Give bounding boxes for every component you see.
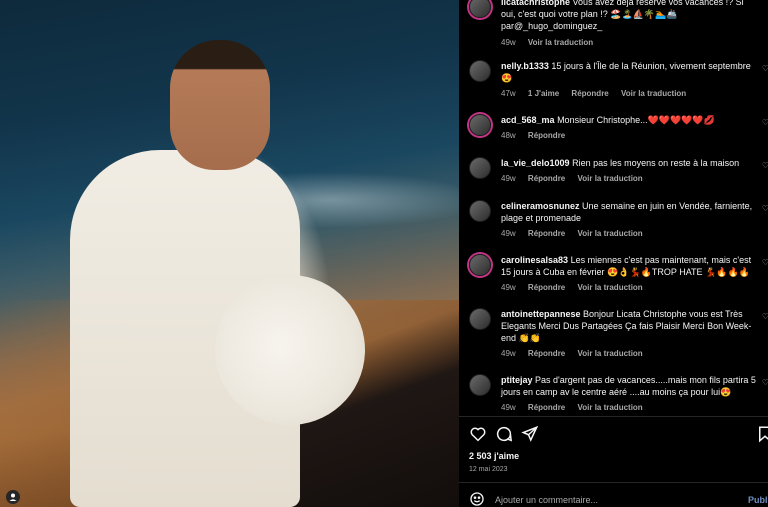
translate-link[interactable]: Voir la traduction bbox=[578, 174, 643, 183]
comment-time[interactable]: 49w bbox=[501, 403, 516, 412]
comment-text: Rien pas les moyens on reste à la maison bbox=[572, 158, 740, 168]
comment-user[interactable]: la_vie_delo1009 bbox=[501, 158, 570, 168]
comment-time[interactable]: 49w bbox=[501, 283, 516, 292]
reply-link[interactable]: Répondre bbox=[528, 403, 565, 412]
comment-heart-icon[interactable]: ♡ bbox=[762, 118, 768, 127]
user-tag-icon[interactable] bbox=[6, 490, 20, 504]
comment-heart-icon[interactable]: ♡ bbox=[762, 64, 768, 73]
avatar[interactable] bbox=[469, 200, 491, 222]
likes-count[interactable]: 2 503 j'aime bbox=[469, 451, 519, 461]
share-icon[interactable] bbox=[521, 425, 539, 443]
divider bbox=[459, 482, 768, 483]
comment-time[interactable]: 47w bbox=[501, 89, 516, 98]
reply-link[interactable]: Répondre bbox=[528, 229, 565, 238]
avatar[interactable] bbox=[469, 60, 491, 82]
avatar[interactable] bbox=[469, 114, 491, 136]
reply-link[interactable]: Répondre bbox=[571, 89, 608, 98]
avatar[interactable] bbox=[469, 0, 491, 18]
post-button[interactable]: Publier bbox=[748, 495, 768, 505]
comment-user[interactable]: carolinesalsa83 bbox=[501, 255, 568, 265]
comment-time[interactable]: 48w bbox=[501, 131, 516, 140]
post-date: 12 mai 2023 bbox=[469, 466, 508, 473]
translate-link[interactable]: Voir la traduction bbox=[621, 89, 686, 98]
post-photo[interactable] bbox=[0, 0, 459, 507]
likes-count[interactable]: 1 J'aime bbox=[528, 89, 559, 98]
heart-icon[interactable] bbox=[469, 425, 487, 443]
reply-link[interactable]: Répondre bbox=[528, 131, 565, 140]
reply-link[interactable]: Répondre bbox=[528, 283, 565, 292]
comment-heart-icon[interactable]: ♡ bbox=[762, 312, 768, 321]
translate-link[interactable]: Voir la traduction bbox=[578, 283, 643, 292]
action-bar bbox=[469, 425, 768, 443]
comment-icon[interactable] bbox=[495, 425, 513, 443]
avatar[interactable] bbox=[469, 157, 491, 179]
comment-text: Pas d'argent pas de vacances.....mais mo… bbox=[501, 375, 756, 397]
translate-link[interactable]: Voir la traduction bbox=[578, 229, 643, 238]
translate-link[interactable]: Voir la traduction bbox=[578, 403, 643, 412]
comment-user[interactable]: nelly.b1333 bbox=[501, 61, 549, 71]
comments-panel: licatachristophe Vous avez déjà réservé … bbox=[459, 0, 768, 507]
bookmark-icon[interactable] bbox=[756, 425, 768, 443]
translate-link[interactable]: Voir la traduction bbox=[578, 349, 643, 358]
comment-heart-icon[interactable]: ♡ bbox=[762, 161, 768, 170]
comment-user[interactable]: acd_568_ma bbox=[501, 115, 555, 125]
comment-time[interactable]: 49w bbox=[501, 229, 516, 238]
comment-time[interactable]: 49w bbox=[501, 174, 516, 183]
avatar[interactable] bbox=[469, 308, 491, 330]
reply-link[interactable]: Répondre bbox=[528, 174, 565, 183]
comment-user[interactable]: ptitejay bbox=[501, 375, 533, 385]
emoji-icon[interactable] bbox=[469, 491, 485, 507]
comment-time[interactable]: 49w bbox=[501, 38, 516, 47]
comment-heart-icon[interactable]: ♡ bbox=[762, 258, 768, 267]
comment-user[interactable]: celineramosnunez bbox=[501, 201, 580, 211]
divider bbox=[459, 416, 768, 417]
comment-heart-icon[interactable]: ♡ bbox=[762, 204, 768, 213]
comment-time[interactable]: 49w bbox=[501, 349, 516, 358]
comment-input[interactable]: Ajouter un commentaire... bbox=[495, 495, 598, 505]
comment-user[interactable]: licatachristophe bbox=[501, 0, 570, 7]
comment-user[interactable]: antoinettepannese bbox=[501, 309, 581, 319]
translate-link[interactable]: Voir la traduction bbox=[528, 38, 593, 47]
reply-link[interactable]: Répondre bbox=[528, 349, 565, 358]
comment-text: Monsieur Christophe...❤️❤️❤️❤️❤️💋 bbox=[557, 115, 715, 125]
avatar[interactable] bbox=[469, 374, 491, 396]
comment-heart-icon[interactable]: ♡ bbox=[762, 378, 768, 387]
avatar[interactable] bbox=[469, 254, 491, 276]
photo-person-head bbox=[170, 40, 270, 170]
